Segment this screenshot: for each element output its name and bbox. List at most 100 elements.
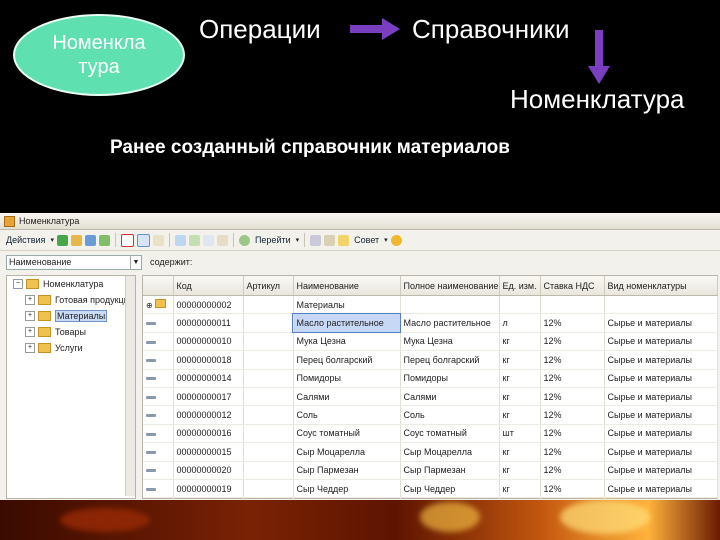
row-icon-cell [143, 350, 174, 370]
unit-cell: л [499, 313, 541, 333]
row-icon-cell [143, 313, 174, 333]
folder-icon [26, 279, 39, 289]
expand-toggle-icon[interactable]: + [25, 343, 35, 353]
unit-cell: кг [499, 442, 541, 462]
table-row[interactable]: 00000000015 Сыр Моцарелла Сыр Моцарелла кг 1… [143, 442, 718, 462]
tree-item[interactable]: + Товары [7, 324, 135, 340]
table-row[interactable]: 00000000010 Мука Цезна Мука Цезна кг 12% Сырь… [143, 332, 718, 352]
actions-menu[interactable]: Действия [4, 235, 47, 245]
structure-icon[interactable] [310, 234, 322, 246]
name-cell: Салями [293, 387, 401, 407]
expand-toggle-icon[interactable]: + [25, 327, 35, 337]
folder-icon [38, 295, 51, 305]
row-icon-cell [143, 479, 174, 499]
arrow-down-icon [588, 30, 610, 84]
vat-cell: 12% [540, 387, 605, 407]
tree-item[interactable]: + Материалы [7, 308, 135, 324]
filter-field-select[interactable]: Наименование ▼ [6, 254, 142, 270]
sort-desc-icon[interactable] [216, 234, 228, 246]
hierarchy-icon[interactable] [136, 233, 150, 247]
kind-cell: Сырье и материалы [604, 424, 718, 444]
column-header[interactable]: Ед. изм. [499, 276, 541, 296]
goto-menu[interactable]: Перейти [253, 235, 293, 245]
article-cell [243, 461, 294, 480]
vat-cell: 12% [540, 313, 605, 333]
column-header[interactable]: Вид номенклатуры [604, 276, 718, 296]
group-tree: − Номенклатура + Готовая продукция + Материал… [6, 275, 136, 499]
kind-cell [604, 295, 718, 315]
table-row[interactable]: ⊕ 00000000002 Материалы [143, 295, 718, 315]
full-name-cell [400, 295, 500, 315]
code-cell: 00000000011 [173, 313, 244, 333]
tree-item[interactable]: + Услуги [7, 340, 135, 356]
table-row[interactable]: 00000000019 Сыр Чеддер Сыр Чеддер кг 12% Сырь… [143, 479, 718, 499]
filter-off-icon[interactable] [188, 234, 200, 246]
name-cell: Материалы [293, 295, 401, 315]
row-icon-cell [143, 387, 174, 407]
column-header[interactable]: Наименование [293, 276, 401, 296]
full-name-cell: Мука Цезна [400, 332, 500, 352]
column-header[interactable]: Полное наименование [400, 276, 500, 296]
help-icon[interactable] [390, 234, 402, 246]
add-group-icon[interactable] [70, 234, 82, 246]
table-row[interactable]: 00000000014 Помидоры Помидоры кг 12% Сырье и … [143, 369, 718, 388]
full-name-cell: Соус томатный [400, 424, 500, 444]
unit-cell: шт [499, 424, 541, 444]
unit-cell: кг [499, 332, 541, 352]
item-icon [146, 377, 156, 381]
report-icon[interactable] [324, 234, 336, 246]
copy-icon[interactable] [84, 234, 96, 246]
name-cell: Помидоры [293, 369, 401, 388]
row-icon-cell [143, 424, 174, 444]
vat-cell: 12% [540, 424, 605, 444]
column-header[interactable]: Код [173, 276, 244, 296]
items-table: Код Артикул Наименование Полное наименовани… [142, 275, 718, 500]
tree-item[interactable]: + Готовая продукция [7, 292, 135, 308]
vat-cell: 12% [540, 332, 605, 352]
folder-icon [38, 327, 51, 337]
row-icon-cell: ⊕ [143, 295, 174, 315]
tree-item[interactable]: − Номенклатура [7, 276, 135, 292]
column-header[interactable] [143, 276, 174, 296]
folder-icon [154, 299, 166, 309]
table-row[interactable]: 00000000012 Соль Соль кг 12% Сырье и материал… [143, 405, 718, 425]
sort-icon[interactable] [202, 234, 214, 246]
list-mode-icon[interactable] [152, 234, 164, 246]
edit-icon[interactable] [98, 234, 110, 246]
separator [304, 233, 306, 247]
slide-subtitle: Ранее созданный справочник материалов [110, 137, 510, 158]
add-icon[interactable] [56, 234, 68, 246]
table-row[interactable]: 00000000017 Салями Салями кг 12% Сырье и мате… [143, 387, 718, 407]
tree-scrollbar[interactable] [125, 276, 135, 496]
kind-cell: Сырье и материалы [604, 405, 718, 425]
chevron-down-icon[interactable]: ▼ [130, 255, 141, 269]
unit-cell: кг [499, 405, 541, 425]
unit-cell: кг [499, 479, 541, 499]
expand-toggle-icon[interactable]: + [25, 295, 35, 305]
article-cell [243, 479, 294, 499]
column-header[interactable]: Ставка НДС [540, 276, 605, 296]
filter-condition[interactable]: содержит: [150, 257, 192, 267]
table-row[interactable]: 00000000018 Перец болгарский Перец болгарс… [143, 350, 718, 370]
expand-toggle-icon[interactable]: + [25, 311, 35, 321]
tree-item-label: Готовая продукция [55, 295, 134, 305]
table-row[interactable]: 00000000020 Сыр Пармезан Сыр Пармезан кг 12%… [143, 461, 718, 480]
delete-icon[interactable] [120, 233, 134, 247]
kind-cell: Сырье и материалы [604, 313, 718, 333]
article-cell [243, 442, 294, 462]
filter-icon[interactable] [174, 234, 186, 246]
separator [232, 233, 234, 247]
expand-toggle-icon[interactable]: ⊕ [146, 301, 153, 310]
code-cell: 00000000014 [173, 369, 244, 388]
folder-icon [38, 343, 51, 353]
window-title: Номенклатура [19, 216, 80, 226]
item-icon [146, 340, 156, 344]
table-row[interactable]: 00000000011 Масло растительное Масло расти… [143, 312, 718, 334]
refresh-icon[interactable] [238, 234, 250, 246]
expand-toggle-icon[interactable]: − [13, 279, 23, 289]
advice-button[interactable]: Совет [352, 235, 381, 245]
table-row[interactable]: 00000000016 Соус томатный Соус томатный шт 1… [143, 424, 718, 444]
column-header[interactable]: Артикул [243, 276, 294, 296]
item-icon [146, 450, 156, 454]
row-icon-cell [143, 405, 174, 425]
